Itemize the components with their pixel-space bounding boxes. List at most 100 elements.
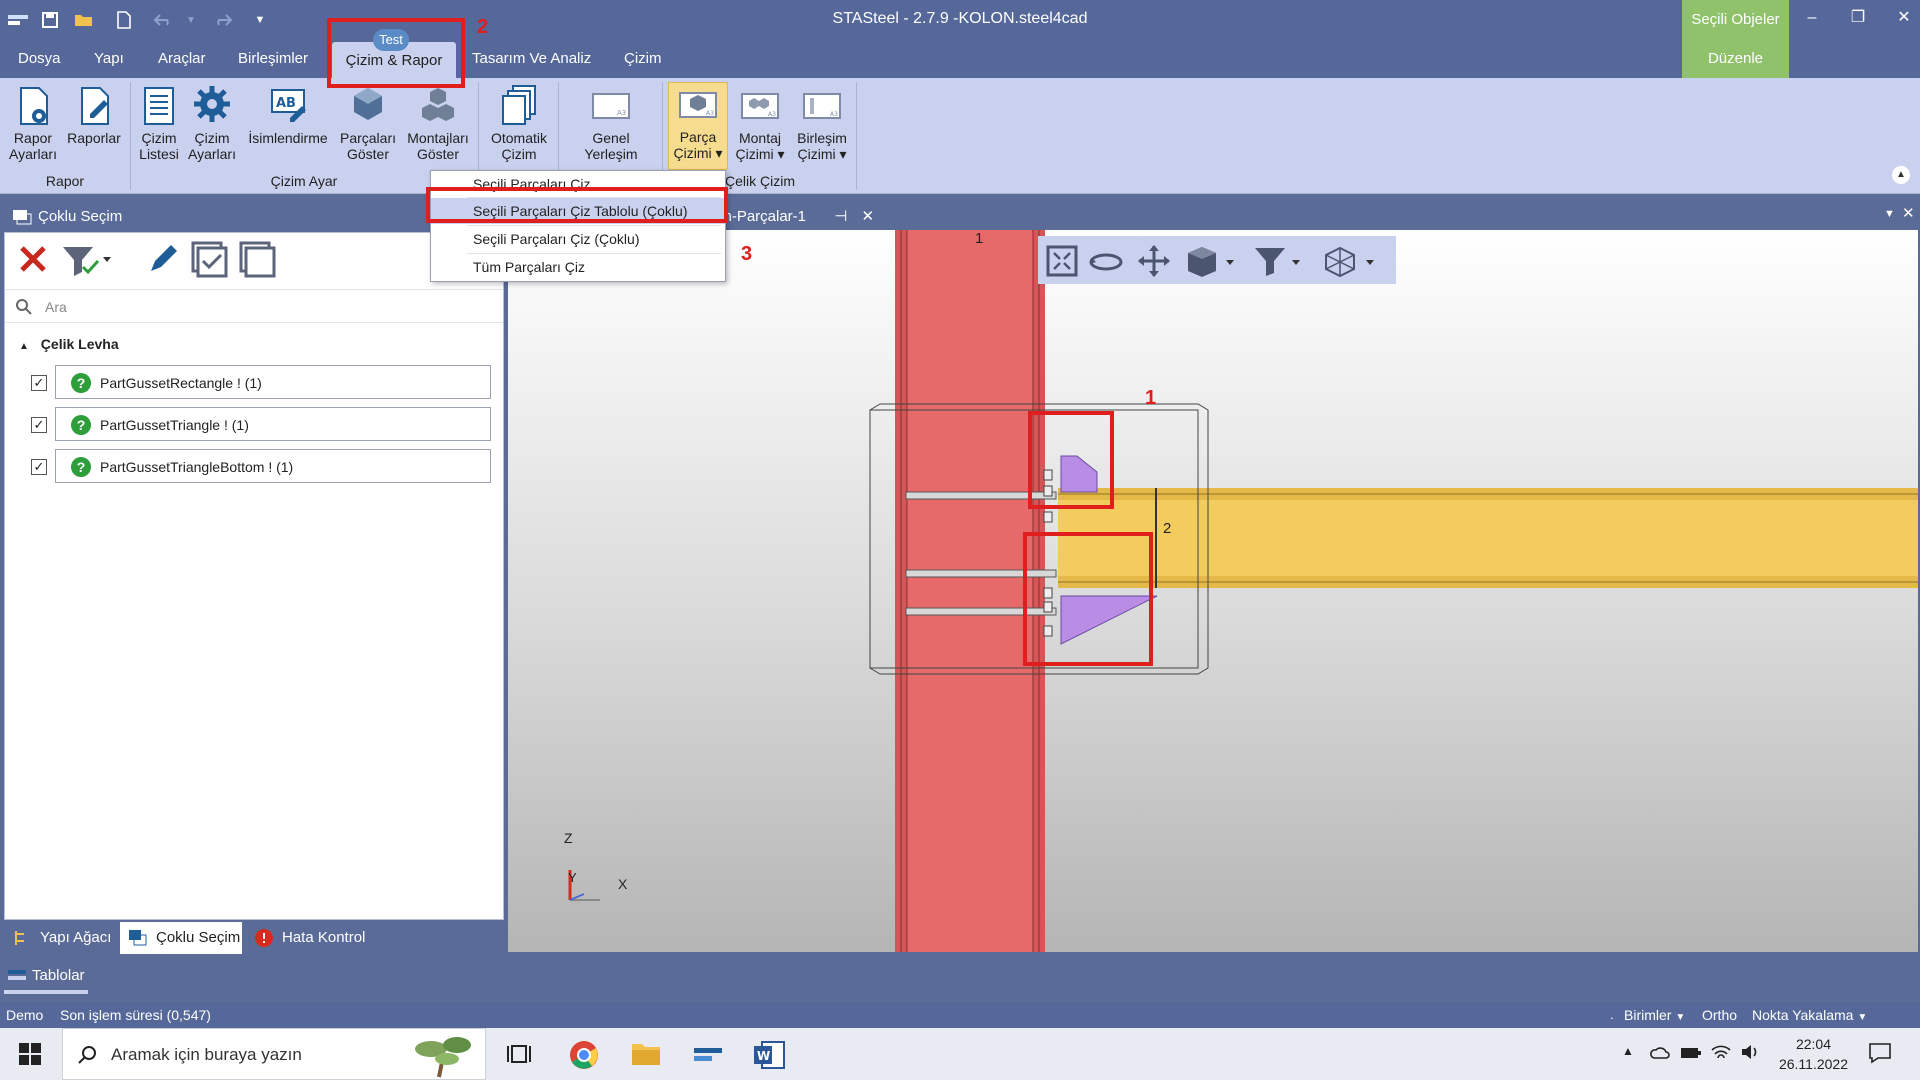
workplane-icon[interactable] xyxy=(1320,244,1380,278)
rapor-ayarlari-button[interactable]: Rapor Ayarları xyxy=(6,84,60,162)
panel-title: Çoklu Seçim xyxy=(38,208,123,225)
search-input[interactable]: Ara xyxy=(45,299,67,315)
list-item[interactable]: ✓ ? PartGussetTriangle ! (1) xyxy=(31,407,491,443)
menu-item-secili-parcalari-ciz-coklu[interactable]: Seçili Parçaları Çiz (Çoklu) xyxy=(431,226,725,252)
model-canvas[interactable] xyxy=(508,230,1918,952)
tray-overflow-icon[interactable]: ▲ xyxy=(1622,1044,1634,1058)
tab-cizim[interactable]: Çizim xyxy=(618,40,668,78)
birlesim-cizimi-button[interactable]: A3 Birleşim Çizimi ▾ xyxy=(792,84,852,162)
document-close-icon[interactable]: ✕ xyxy=(861,208,874,225)
raporlar-button[interactable]: Raporlar xyxy=(64,84,124,146)
beam-label: 2 xyxy=(1163,520,1172,537)
filter-icon[interactable] xyxy=(1252,244,1306,278)
birimler-dropdown[interactable]: Birimler ▼ xyxy=(1624,1002,1685,1031)
annotation-box-gusset-bottom xyxy=(1023,532,1153,666)
tab-araclar[interactable]: Araçlar xyxy=(152,40,212,78)
orbit-icon[interactable] xyxy=(1088,244,1124,278)
tab-duzenle[interactable]: Düzenle xyxy=(1682,40,1789,78)
tablolar-panel-tab[interactable]: Tablolar xyxy=(4,962,184,994)
document-tab[interactable]: im-Parçalar-1 ⊣ ✕ xyxy=(716,204,874,230)
raporlar-line1: Raporlar xyxy=(67,130,121,146)
taskbar-search-box[interactable]: Aramak için buraya yazın xyxy=(62,1028,486,1080)
parca-cizimi-button[interactable]: A3 Parça Çizimi ▾ xyxy=(668,82,728,170)
zoom-extents-icon[interactable] xyxy=(1044,244,1080,278)
beam-member[interactable] xyxy=(1058,488,1918,588)
cizim-listesi-button[interactable]: Çizim Listesi xyxy=(134,84,184,162)
y-axis-label: Y xyxy=(568,870,577,885)
maximize-button[interactable]: ❐ xyxy=(1838,4,1878,32)
montajlari-goster-button[interactable]: Montajları Göster xyxy=(402,84,474,162)
list-item[interactable]: ✓ ? PartGussetRectangle ! (1) xyxy=(31,365,491,401)
tab-hata-kontrol[interactable]: Hata Kontrol xyxy=(246,922,370,954)
tab-yapi-agaci[interactable]: Yapı Ağacı xyxy=(4,922,116,954)
list-item[interactable]: ✓ ? PartGussetTriangleBottom ! (1) xyxy=(31,449,491,485)
tab-list-dropdown-icon[interactable]: ▼ xyxy=(1884,208,1895,220)
deselect-all-button[interactable] xyxy=(237,239,277,279)
minimize-button[interactable]: – xyxy=(1792,4,1832,32)
wifi-icon[interactable] xyxy=(1710,1042,1732,1062)
3d-viewport[interactable]: 1 2 Z Y X xyxy=(508,230,1918,952)
tablolar-label: Tablolar xyxy=(32,967,85,984)
error-icon xyxy=(255,929,273,947)
filter-button[interactable] xyxy=(59,239,115,279)
battery-icon[interactable] xyxy=(1680,1044,1702,1062)
tab-birlesimler[interactable]: Birleşimler xyxy=(232,40,314,78)
notifications-icon[interactable] xyxy=(1868,1042,1892,1064)
auto-drawing-icon xyxy=(502,85,536,125)
genel-yerlesim-line2: Yerleşim xyxy=(584,146,638,162)
pan-icon[interactable] xyxy=(1136,244,1172,278)
filter-check-icon xyxy=(63,247,111,276)
collapse-arrow-icon[interactable]: ▲ xyxy=(19,341,29,352)
tab-dosya[interactable]: Dosya xyxy=(12,40,67,78)
stasteel-taskbar-icon[interactable] xyxy=(684,1034,732,1076)
windows-start-icon[interactable] xyxy=(18,1042,42,1066)
edit-button[interactable] xyxy=(143,239,183,279)
word-icon[interactable]: W xyxy=(746,1034,794,1076)
montaj-cizimi-button[interactable]: A3 Montaj Çizimi ▾ xyxy=(732,84,788,162)
tab-yapi[interactable]: Yapı xyxy=(88,40,130,78)
clear-selection-button[interactable] xyxy=(13,239,53,279)
parcalari-goster-button[interactable]: Parçaları Göster xyxy=(336,84,400,162)
question-icon: ? xyxy=(71,457,91,477)
cizim-ayarlari-button[interactable]: Çizim Ayarları xyxy=(186,84,238,162)
close-all-icon[interactable]: ✕ xyxy=(1902,204,1915,222)
select-all-button[interactable] xyxy=(189,239,229,279)
item-box[interactable]: ? PartGussetTriangle ! (1) xyxy=(55,407,491,441)
tree-group-label: Çelik Levha xyxy=(40,336,119,352)
parca-cizimi-line2: Çizimi ▾ xyxy=(673,145,723,161)
search-box[interactable]: Ara xyxy=(5,289,503,323)
item-box[interactable]: ? PartGussetTriangleBottom ! (1) xyxy=(55,449,491,483)
close-window-button[interactable]: ✕ xyxy=(1884,4,1920,32)
nokta-yakalama-dropdown[interactable]: Nokta Yakalama ▼ xyxy=(1752,1002,1867,1031)
tree-group-celik-levha[interactable]: ▲ Çelik Levha xyxy=(19,336,119,352)
item-checkbox[interactable]: ✓ xyxy=(31,459,47,475)
chrome-icon[interactable] xyxy=(560,1034,608,1076)
collapse-ribbon-button[interactable]: ▲ xyxy=(1892,166,1910,184)
taskbar-search-input[interactable]: Aramak için buraya yazın xyxy=(111,1045,302,1065)
task-view-icon[interactable] xyxy=(496,1034,544,1076)
column-label: 1 xyxy=(975,230,984,247)
item-checkbox[interactable]: ✓ xyxy=(31,417,47,433)
pin-icon[interactable]: ⊣ xyxy=(834,208,847,225)
search-icon xyxy=(78,1046,96,1064)
view-cube-icon[interactable] xyxy=(1184,244,1238,278)
genel-yerlesim-button[interactable]: A3 Genel Yerleşim xyxy=(574,84,648,162)
menu-item-tum-parcalari-ciz[interactable]: Tüm Parçaları Çiz xyxy=(431,254,725,280)
tab-coklu-secim[interactable]: Çoklu Seçim xyxy=(120,922,242,954)
group-label-rapor: Rapor xyxy=(45,173,85,189)
file-explorer-icon[interactable] xyxy=(622,1034,670,1076)
item-box[interactable]: ? PartGussetRectangle ! (1) xyxy=(55,365,491,399)
otomatik-cizim-button[interactable]: Otomatik Çizim xyxy=(484,84,554,162)
naming-icon: AB xyxy=(271,89,306,122)
item-checkbox[interactable]: ✓ xyxy=(31,375,47,391)
taskbar-clock[interactable]: 22:04 26.11.2022 xyxy=(1779,1034,1848,1074)
tab-tasarim-analiz[interactable]: Tasarım Ve Analiz xyxy=(466,40,597,78)
onedrive-icon[interactable] xyxy=(1650,1044,1670,1062)
window-title: STASteel - 2.7.9 -KOLON.steel4cad xyxy=(832,10,1088,27)
isimlendirme-button[interactable]: AB İsimlendirme xyxy=(244,84,332,146)
ortho-toggle[interactable]: Ortho xyxy=(1702,1002,1737,1028)
tab-yapi-agaci-label: Yapı Ağacı xyxy=(40,929,112,946)
rapor-ayarlari-line1: Rapor xyxy=(13,130,53,146)
volume-icon[interactable] xyxy=(1740,1042,1762,1062)
table-icon xyxy=(8,970,26,980)
